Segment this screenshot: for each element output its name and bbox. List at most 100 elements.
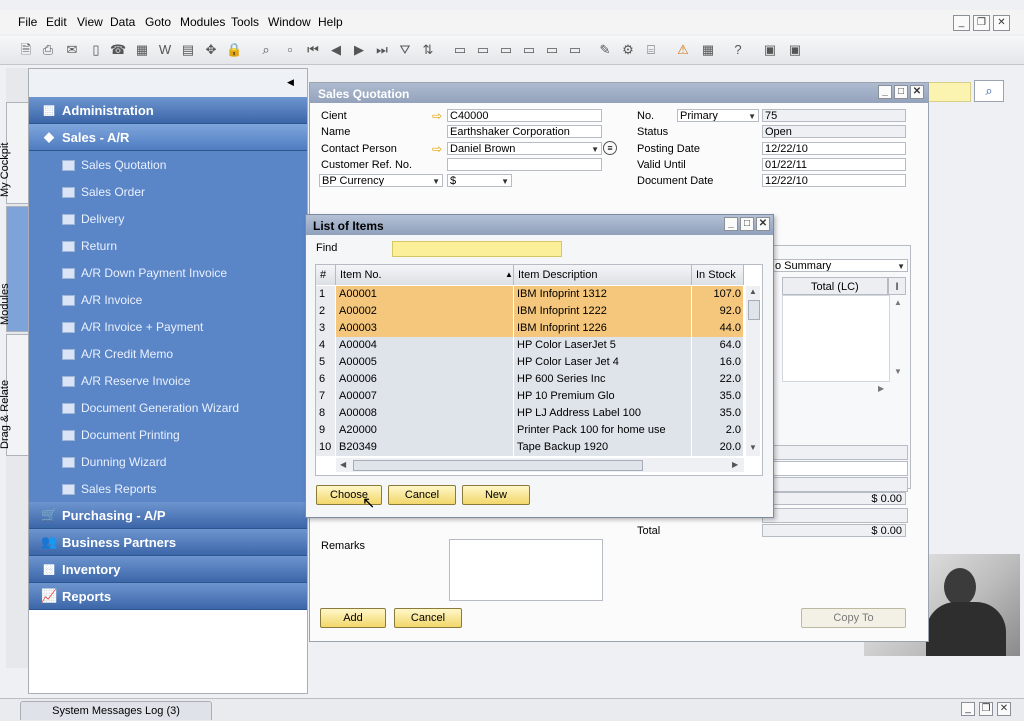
list-icon[interactable]: ≡ — [603, 141, 617, 155]
document-date-field[interactable]: 12/22/10 — [762, 174, 906, 187]
freight-field[interactable] — [762, 461, 908, 476]
scroll-left-icon[interactable]: ◀ — [340, 460, 346, 469]
launch-icon[interactable]: ✥ — [203, 42, 219, 57]
lock-icon[interactable]: 🔒 — [226, 42, 242, 57]
currency-type-select[interactable]: BP Currency — [319, 174, 443, 187]
sms-icon[interactable]: ▯ — [88, 42, 104, 57]
minimize-icon[interactable]: _ — [961, 702, 975, 716]
link-arrow-icon[interactable]: ⇨ — [432, 142, 442, 156]
preview-icon[interactable]: 🗎 — [18, 42, 34, 57]
query-icon[interactable]: ⌸ — [643, 42, 659, 57]
close-icon[interactable]: ✕ — [910, 85, 924, 99]
fax-icon[interactable]: ☎ — [110, 42, 126, 57]
module-business-partners[interactable]: 👥 Business Partners — [29, 529, 307, 556]
menu-modules[interactable]: Modules — [180, 15, 225, 29]
sort-icon[interactable]: ⇅ — [420, 42, 436, 57]
new-button[interactable]: New — [462, 485, 530, 505]
menu-view[interactable]: View — [77, 15, 103, 29]
series-select[interactable]: Primary — [677, 109, 759, 122]
table-row[interactable]: 7 A00007 HP 10 Premium Glo 35.0 — [316, 388, 744, 406]
logoff-icon[interactable]: ▣ — [787, 42, 803, 57]
maximize-icon[interactable]: □ — [740, 217, 754, 231]
sales-menu-item[interactable]: Document Printing — [29, 421, 307, 448]
system-messages-log-tab[interactable]: System Messages Log (3) — [20, 701, 212, 720]
filter-icon[interactable]: ⛛ — [397, 42, 413, 57]
menu-help[interactable]: Help — [318, 15, 343, 29]
table-row[interactable]: 1 A00001 IBM Infoprint 1312 107.0 — [316, 286, 744, 304]
remarks-field[interactable] — [449, 539, 603, 601]
excel-icon[interactable]: ▦ — [134, 42, 150, 57]
column-header-item-no[interactable]: Item No. — [336, 265, 514, 285]
global-search-input[interactable] — [925, 82, 971, 102]
document-number-field[interactable]: 75 — [762, 109, 906, 122]
menu-goto[interactable]: Goto — [145, 15, 171, 29]
valid-until-field[interactable]: 01/22/11 — [762, 158, 906, 171]
contact-person-select[interactable]: Daniel Brown — [447, 142, 602, 155]
close-icon[interactable]: ✕ — [993, 15, 1010, 31]
sales-menu-item[interactable]: A/R Invoice — [29, 286, 307, 313]
module-inventory[interactable]: ▩ Inventory — [29, 556, 307, 583]
maximize-icon[interactable]: □ — [894, 85, 908, 99]
table-row[interactable]: 5 A00005 HP Color Laser Jet 4 16.0 — [316, 354, 744, 372]
table-row[interactable]: 6 A00006 HP 600 Series Inc 22.0 — [316, 371, 744, 389]
menu-window[interactable]: Window — [268, 15, 311, 29]
close-icon[interactable]: ✕ — [997, 702, 1011, 716]
first-record-icon[interactable]: ⏮ — [305, 42, 321, 57]
minimize-icon[interactable]: _ — [878, 85, 892, 99]
sales-menu-item[interactable]: A/R Reserve Invoice — [29, 367, 307, 394]
name-field[interactable]: Earthshaker Corporation — [447, 125, 602, 138]
column-header-in-stock[interactable]: In Stock — [692, 265, 744, 285]
payment-means-icon[interactable]: ▭ — [544, 42, 560, 57]
scroll-down-icon[interactable]: ▼ — [749, 443, 757, 452]
module-reports[interactable]: 📈 Reports — [29, 583, 307, 610]
table-row[interactable]: 3 A00003 IBM Infoprint 1226 44.0 — [316, 320, 744, 338]
gross-profit-icon[interactable]: ▭ — [498, 42, 514, 57]
tab-drag-relate[interactable]: Drag & Relate — [0, 334, 30, 456]
sales-menu-item[interactable]: A/R Down Payment Invoice — [29, 259, 307, 286]
close-icon[interactable]: ✕ — [756, 217, 770, 231]
volume-weight-icon[interactable]: ▭ — [567, 42, 583, 57]
find-icon[interactable]: ⌕ — [258, 42, 274, 57]
sales-menu-item[interactable]: A/R Invoice + Payment — [29, 313, 307, 340]
rounding-field[interactable] — [762, 477, 908, 492]
print-icon[interactable]: ⎙ — [40, 42, 56, 57]
module-purchasing[interactable]: 🛒 Purchasing - A/P — [29, 502, 307, 529]
word-icon[interactable]: W — [157, 42, 173, 57]
sales-menu-item[interactable]: Sales Order — [29, 178, 307, 205]
alert-warning-icon[interactable]: ⚠ — [675, 42, 691, 57]
help-icon[interactable]: ? — [730, 42, 746, 57]
sales-menu-item[interactable]: Sales Reports — [29, 475, 307, 502]
horizontal-scrollbar[interactable]: ◀ ▶ — [336, 458, 744, 472]
scroll-right-icon[interactable]: ▶ — [878, 384, 884, 393]
journal-icon[interactable]: ▭ — [521, 42, 537, 57]
table-row[interactable]: 8 A00008 HP LJ Address Label 100 35.0 — [316, 405, 744, 423]
last-record-icon[interactable]: ⏭ — [374, 42, 390, 57]
posting-date-field[interactable]: 12/22/10 — [762, 142, 906, 155]
menu-tools[interactable]: Tools — [231, 15, 259, 29]
scroll-up-icon[interactable]: ▲ — [894, 298, 902, 307]
module-sales[interactable]: ◆ Sales - A/R — [29, 124, 307, 151]
menu-file[interactable]: File — [18, 15, 37, 29]
table-row[interactable]: 2 A00002 IBM Infoprint 1222 92.0 — [316, 303, 744, 321]
module-administration[interactable]: ▦ Administration — [29, 97, 307, 124]
tab-my-cockpit[interactable]: My Cockpit — [0, 102, 30, 204]
copy-to-button[interactable]: Copy To — [801, 608, 906, 628]
table-row[interactable]: 4 A00004 HP Color LaserJet 5 64.0 — [316, 337, 744, 355]
minimize-icon[interactable]: _ — [724, 217, 738, 231]
sales-menu-item[interactable]: Dunning Wizard — [29, 448, 307, 475]
email-icon[interactable]: ✉ — [64, 42, 80, 57]
sales-menu-item[interactable]: Return — [29, 232, 307, 259]
discount-field[interactable] — [762, 445, 908, 460]
search-icon[interactable]: ⌕ — [974, 80, 1004, 102]
menu-edit[interactable]: Edit — [46, 15, 67, 29]
sales-menu-item[interactable]: Sales Quotation — [29, 151, 307, 178]
sales-menu-item[interactable]: Delivery — [29, 205, 307, 232]
cancel-button[interactable]: Cancel — [394, 608, 462, 628]
find-input[interactable] — [392, 241, 562, 257]
pdf-icon[interactable]: ▤ — [180, 42, 196, 57]
minimize-icon[interactable]: _ — [953, 15, 970, 31]
table-row[interactable]: 10 B20349 Tape Backup 1920 20.0 — [316, 439, 744, 457]
link-arrow-icon[interactable]: ⇨ — [432, 109, 442, 123]
add-button[interactable]: Add — [320, 608, 386, 628]
i-column-header[interactable]: I — [888, 277, 906, 295]
